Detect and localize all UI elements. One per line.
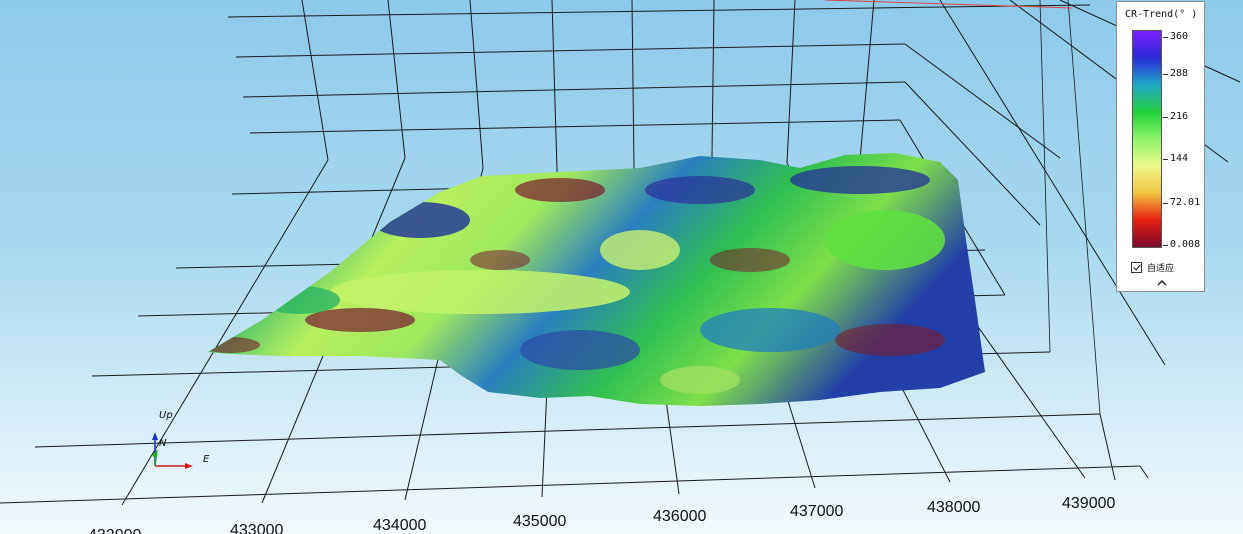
- legend-tick-mark: [1163, 159, 1168, 160]
- x-tick-3: 435000: [513, 513, 566, 530]
- legend-tick-360: 360: [1170, 31, 1189, 42]
- legend-title: CR-Trend(° ): [1125, 9, 1198, 20]
- legend-tick-mark: [1163, 74, 1168, 75]
- legend-tick-72: 72.01: [1170, 197, 1201, 208]
- x-tick-2: 434000: [373, 517, 426, 534]
- x-axis-labels: 432000 433000 434000 435000 436000 43700…: [88, 495, 1115, 534]
- legend-tick-288: 288: [1170, 68, 1189, 79]
- adaptive-checkbox[interactable]: [1131, 262, 1142, 273]
- legend-tick-mark: [1163, 37, 1168, 38]
- up-label: Up: [159, 410, 173, 421]
- x-tick-5: 437000: [790, 503, 843, 520]
- north-marker-icon: [152, 452, 158, 458]
- x-tick-6: 438000: [927, 499, 980, 516]
- orientation-gizmo: Up N E: [152, 410, 210, 469]
- east-label: E: [203, 454, 210, 465]
- 3d-viewport[interactable]: 432000 433000 434000 435000 436000 43700…: [0, 0, 1243, 534]
- x-tick-1: 433000: [230, 522, 283, 534]
- legend-tick-mark: [1163, 117, 1168, 118]
- color-legend-panel[interactable]: CR-Trend(° ) 360 288 216 144 72.01 0.008…: [1116, 1, 1205, 292]
- adaptive-label: 自适应: [1147, 264, 1175, 274]
- chevron-up-icon[interactable]: [1155, 276, 1169, 290]
- x-tick-4: 436000: [653, 508, 706, 525]
- legend-tick-mark: [1163, 245, 1168, 246]
- legend-tick-144: 144: [1170, 153, 1189, 164]
- scene-canvas[interactable]: 432000 433000 434000 435000 436000 43700…: [0, 0, 1243, 534]
- colorbar: [1132, 30, 1162, 248]
- east-arrow-icon: [185, 463, 193, 469]
- north-label: N: [159, 438, 167, 449]
- x-tick-7: 439000: [1062, 495, 1115, 512]
- x-tick-0: 432000: [88, 527, 141, 534]
- up-arrow-icon: [152, 432, 158, 440]
- legend-tick-mark: [1163, 203, 1168, 204]
- adaptive-checkbox-row[interactable]: 自适应: [1131, 261, 1174, 274]
- legend-tick-0: 0.008: [1170, 239, 1201, 250]
- legend-tick-216: 216: [1170, 111, 1189, 122]
